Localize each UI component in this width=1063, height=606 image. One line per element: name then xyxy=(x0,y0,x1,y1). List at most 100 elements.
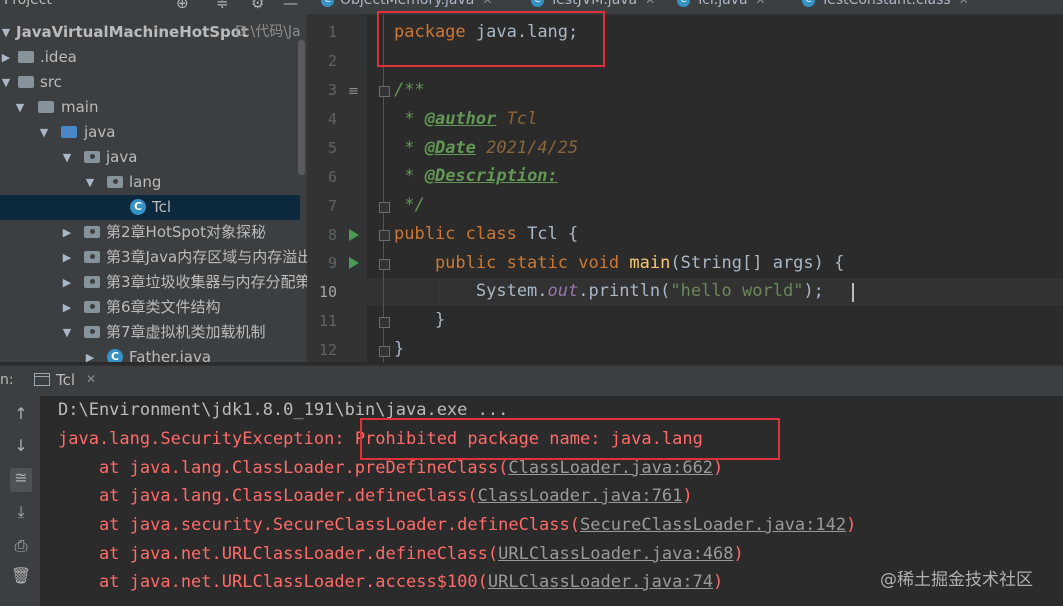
expand-arrow-icon[interactable]: ▼ xyxy=(14,95,26,120)
tree-item-src[interactable]: ▼ src xyxy=(0,70,300,95)
code-line-10[interactable]: System.out.println("hello world"); xyxy=(394,281,824,301)
trash-icon[interactable]: 🗑 xyxy=(10,566,32,585)
tree-item-label: java xyxy=(106,148,138,166)
collapsed-arrow-icon[interactable]: ▶ xyxy=(61,245,73,270)
expand-arrow-icon[interactable]: ▼ xyxy=(61,320,73,345)
source-link[interactable]: URLClassLoader.java:74 xyxy=(488,572,713,592)
render-doc-icon[interactable]: ≡ xyxy=(348,84,359,99)
close-icon[interactable]: ✕ xyxy=(756,0,766,7)
run-panel-header: n: Tcl ✕ xyxy=(0,365,1063,397)
fold-marker-icon[interactable] xyxy=(379,202,390,213)
tab-testconstant[interactable]: C TestConstant.class ✕ xyxy=(802,0,969,14)
tree-item-project-root[interactable]: ▼ JavaVirtualMachineHotSpot D:\代码\Ja xyxy=(0,20,301,45)
tree-item-java-package[interactable]: ▼ java xyxy=(0,145,300,170)
source-link[interactable]: ClassLoader.java:662 xyxy=(508,458,713,478)
close-icon[interactable]: ✕ xyxy=(482,0,492,7)
fold-marker-icon[interactable] xyxy=(379,317,390,328)
console-window-icon xyxy=(34,373,50,386)
java-class-icon: C xyxy=(531,0,544,7)
tree-item-main[interactable]: ▼ main xyxy=(0,95,300,120)
tree-item-chapter3-gc[interactable]: ▶ 第3章垃圾收集器与内存分配策 xyxy=(0,270,307,295)
line-number: 3 xyxy=(327,81,337,99)
tree-item-chapter7[interactable]: ▼ 第7章虚拟机类加载机制 xyxy=(0,320,300,345)
expand-arrow-icon[interactable]: ▼ xyxy=(0,70,12,95)
close-icon[interactable]: ✕ xyxy=(645,0,655,7)
java-class-icon: C xyxy=(321,0,334,7)
scroll-to-end-icon[interactable]: ⤓ xyxy=(10,502,32,522)
tree-item-chapter2[interactable]: ▶ 第2章HotSpot对象探秘 xyxy=(0,220,300,245)
stack-trace-line: at java.net.URLClassLoader.defineClass(U… xyxy=(58,544,744,564)
expand-arrow-icon[interactable]: ▼ xyxy=(84,170,96,195)
source-link[interactable]: ClassLoader.java:761 xyxy=(478,486,683,506)
tree-item-idea[interactable]: ▶ .idea xyxy=(0,45,300,70)
code-line-5[interactable]: * @Date 2021/4/25 xyxy=(394,138,578,158)
close-icon[interactable]: ✕ xyxy=(86,372,96,386)
collapsed-arrow-icon[interactable]: ▶ xyxy=(0,45,12,70)
expand-arrow-icon[interactable]: ▼ xyxy=(38,120,50,145)
line-number: 4 xyxy=(327,110,337,128)
collapsed-arrow-icon[interactable]: ▶ xyxy=(61,270,73,295)
code-line-3[interactable]: /** xyxy=(394,80,425,100)
tree-item-father-java[interactable]: ▶ C Father.java xyxy=(0,345,300,362)
code-line-9[interactable]: public static void main(String[] args) { xyxy=(394,253,844,273)
tree-item-chapter3-memory[interactable]: ▶ 第3章Java内存区域与内存溢出 xyxy=(0,245,307,270)
project-panel-title[interactable]: Project xyxy=(4,0,52,8)
collapsed-arrow-icon[interactable]: ▶ xyxy=(61,220,73,245)
minimize-icon[interactable]: — xyxy=(283,0,298,12)
tree-item-tcl-class[interactable]: C Tcl xyxy=(0,195,300,220)
line-number: 6 xyxy=(327,168,337,186)
tree-item-label: .idea xyxy=(40,48,77,66)
watermark: @稀土掘金技术社区 xyxy=(880,570,1033,590)
console-command-line: D:\Environment\jdk1.8.0_191\bin\java.exe… xyxy=(58,400,509,420)
code-line-12[interactable]: } xyxy=(394,339,404,359)
expand-arrow-icon[interactable]: ▼ xyxy=(61,145,73,170)
tree-item-label: java xyxy=(84,123,116,141)
java-class-icon: C xyxy=(677,0,690,7)
fold-marker-icon[interactable] xyxy=(379,86,390,97)
tab-label: TestConstant.class xyxy=(821,0,951,8)
tree-item-java-source-root[interactable]: ▼ java xyxy=(0,120,300,145)
collapsed-arrow-icon[interactable]: ▶ xyxy=(84,345,96,362)
expand-arrow-icon[interactable]: ▼ xyxy=(0,20,12,45)
java-class-icon: C xyxy=(107,349,123,362)
fold-marker-icon[interactable] xyxy=(379,259,390,270)
tab-label: Tcl.java xyxy=(696,0,748,8)
source-link[interactable]: SecureClassLoader.java:142 xyxy=(580,515,846,535)
run-panel-label: n: xyxy=(0,372,14,388)
code-line-7[interactable]: */ xyxy=(394,195,424,215)
tree-item-label: src xyxy=(40,73,62,91)
run-class-icon[interactable] xyxy=(349,229,359,241)
line-number: 5 xyxy=(327,139,337,157)
line-number-current: 10 xyxy=(318,283,337,301)
fold-marker-icon[interactable] xyxy=(379,230,390,241)
collapse-icon[interactable]: ≑ xyxy=(216,0,229,12)
crosshair-icon[interactable]: ⊕ xyxy=(176,0,189,12)
package-icon xyxy=(84,251,100,263)
code-line-11[interactable]: } xyxy=(394,310,445,330)
package-icon xyxy=(84,301,100,313)
run-main-icon[interactable] xyxy=(349,257,359,269)
collapsed-arrow-icon[interactable]: ▶ xyxy=(61,295,73,320)
source-link[interactable]: URLClassLoader.java:468 xyxy=(498,544,733,564)
highlight-box-exception xyxy=(360,418,780,460)
soft-wrap-icon[interactable]: ≅ xyxy=(10,468,32,492)
source-folder-icon xyxy=(61,126,77,138)
gear-icon[interactable]: ⚙ xyxy=(251,0,264,12)
tab-tcl[interactable]: C Tcl.java ✕ xyxy=(677,0,766,14)
code-line-4[interactable]: * @author Tcl xyxy=(394,109,537,129)
package-icon xyxy=(84,276,100,288)
code-line-6[interactable]: * @Description: xyxy=(394,166,558,186)
tree-item-label: 第3章垃圾收集器与内存分配策 xyxy=(106,273,307,291)
tree-item-chapter6[interactable]: ▶ 第6章类文件结构 xyxy=(0,295,300,320)
fold-marker-icon[interactable] xyxy=(379,346,390,357)
tree-item-lang-package[interactable]: ▼ lang xyxy=(0,170,300,195)
close-icon[interactable]: ✕ xyxy=(959,0,969,7)
code-line-8[interactable]: public class Tcl { xyxy=(394,224,578,244)
code-editor[interactable] xyxy=(367,15,1063,362)
project-scrollbar[interactable] xyxy=(298,40,305,175)
package-icon xyxy=(84,326,100,338)
down-arrow-icon[interactable]: ↓ xyxy=(10,436,32,455)
print-icon[interactable]: ⎙ xyxy=(10,536,32,556)
tab-label: ObjectMemory.java xyxy=(340,0,475,8)
up-arrow-icon[interactable]: ↑ xyxy=(10,404,32,423)
